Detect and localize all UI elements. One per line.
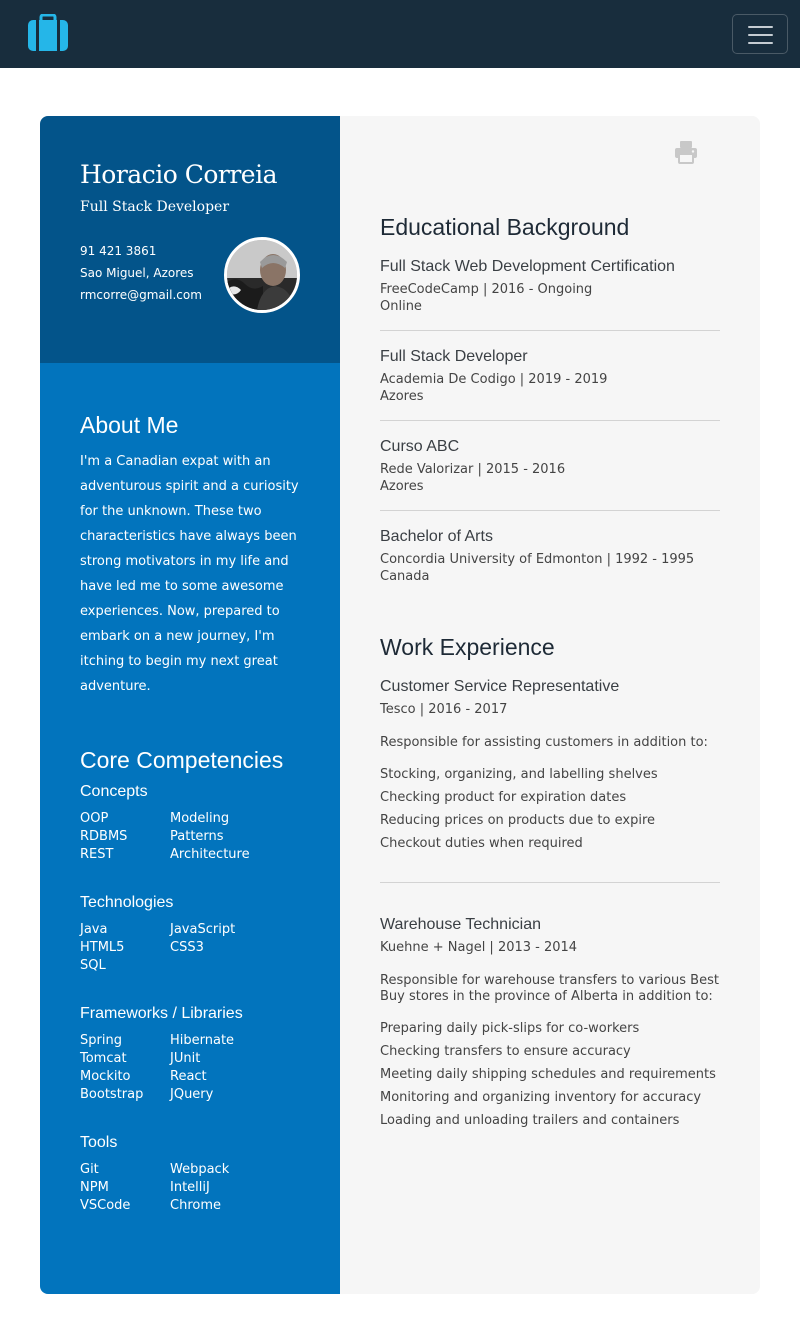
- job-duty: Reducing prices on products due to expir…: [380, 813, 655, 828]
- avatar: [224, 237, 300, 313]
- job-duty: Checking product for expiration dates: [380, 790, 627, 805]
- job-duty: Loading and unloading trailers and conta…: [380, 1113, 680, 1128]
- job-title: Customer Service Representative: [380, 678, 620, 695]
- about-heading: About Me: [80, 412, 179, 438]
- job-description: Responsible for warehouse transfers to v…: [380, 973, 719, 1004]
- education-title: Full Stack Developer: [380, 348, 528, 365]
- skill-item: Architecture: [170, 847, 250, 862]
- skill-item: SQL: [80, 958, 106, 973]
- skill-item: Git: [80, 1162, 99, 1177]
- about-text: I'm a Canadian expat with an adventurous…: [80, 454, 299, 694]
- profile-title: Full Stack Developer: [80, 199, 230, 215]
- divider: [380, 330, 720, 331]
- briefcase-icon[interactable]: [27, 13, 69, 52]
- skill-item: NPM: [80, 1180, 109, 1195]
- job-employer: Kuehne + Nagel | 2013 - 2014: [380, 940, 578, 955]
- education-location: Azores: [380, 479, 424, 494]
- education-heading: Educational Background: [380, 214, 630, 240]
- job-duty: Monitoring and organizing inventory for …: [380, 1090, 702, 1105]
- skill-item: Java: [80, 922, 108, 937]
- education-location: Canada: [380, 569, 430, 584]
- skill-item: JQuery: [170, 1087, 214, 1102]
- resume-card: Horacio Correia Full Stack Developer 91 …: [40, 116, 760, 1294]
- skill-item: Hibernate: [170, 1033, 235, 1048]
- skill-item: React: [170, 1069, 207, 1084]
- menu-toggle-button[interactable]: [732, 14, 788, 54]
- job-duty: Preparing daily pick-slips for co-worker…: [380, 1021, 640, 1036]
- education-institution: Rede Valorizar | 2015 - 2016: [380, 462, 566, 477]
- navbar: [0, 0, 800, 68]
- work-heading: Work Experience: [380, 634, 555, 660]
- skill-item: CSS3: [170, 940, 204, 955]
- skill-item: OOP: [80, 811, 109, 826]
- skill-group-title: Technologies: [80, 894, 174, 911]
- job-duty: Checking transfers to ensure accuracy: [380, 1044, 631, 1059]
- divider: [380, 420, 720, 421]
- skill-item: JavaScript: [170, 922, 236, 937]
- competencies-heading: Core Competencies: [80, 747, 284, 773]
- education-institution: FreeCodeCamp | 2016 - Ongoing: [380, 282, 593, 297]
- education-title: Full Stack Web Development Certification: [380, 258, 675, 275]
- hamburger-icon: [748, 26, 773, 28]
- skill-item: Spring: [80, 1033, 122, 1048]
- education-location: Online: [380, 299, 422, 314]
- skill-item: Modeling: [170, 811, 230, 826]
- skill-item: Mockito: [80, 1069, 131, 1084]
- education-location: Azores: [380, 389, 424, 404]
- profile-phone: 91 421 3861: [80, 244, 157, 258]
- profile-name: Horacio Correia: [80, 160, 277, 189]
- education-institution: Academia De Codigo | 2019 - 2019: [380, 372, 608, 387]
- skill-group-title: Frameworks / Libraries: [80, 1005, 243, 1022]
- skill-item: Tomcat: [80, 1051, 127, 1066]
- printer-icon[interactable]: [674, 140, 698, 164]
- divider: [380, 882, 720, 883]
- skill-item: VSCode: [80, 1198, 131, 1213]
- job-description: Responsible for assisting customers in a…: [380, 735, 708, 750]
- profile-header: Horacio Correia Full Stack Developer 91 …: [40, 116, 340, 363]
- main-content: Educational Background Full Stack Web De…: [340, 116, 760, 1294]
- job-duty: Meeting daily shipping schedules and req…: [380, 1067, 716, 1082]
- skill-item: Patterns: [170, 829, 224, 844]
- job-title: Warehouse Technician: [380, 916, 541, 933]
- profile-location: Sao Miguel, Azores: [80, 266, 194, 280]
- skill-item: IntelliJ: [170, 1180, 210, 1195]
- job-duty: Stocking, organizing, and labelling shel…: [380, 767, 658, 782]
- education-title: Bachelor of Arts: [380, 528, 493, 545]
- skill-item: Webpack: [170, 1162, 230, 1177]
- skill-item: HTML5: [80, 940, 125, 955]
- skill-group-title: Concepts: [80, 783, 148, 800]
- education-title: Curso ABC: [380, 438, 460, 455]
- skill-group-title: Tools: [80, 1134, 118, 1151]
- profile-email[interactable]: rmcorre@gmail.com: [80, 288, 202, 302]
- skill-item: RDBMS: [80, 829, 128, 844]
- skill-item: REST: [80, 847, 114, 862]
- education-institution: Concordia University of Edmonton | 1992 …: [380, 552, 695, 567]
- skill-item: Chrome: [170, 1198, 221, 1213]
- sidebar: About Me I'm a Canadian expat with an ad…: [40, 363, 340, 1294]
- job-employer: Tesco | 2016 - 2017: [380, 702, 508, 717]
- skill-item: JUnit: [170, 1051, 201, 1066]
- divider: [380, 510, 720, 511]
- job-duty: Checkout duties when required: [380, 836, 583, 851]
- skill-item: Bootstrap: [80, 1087, 144, 1102]
